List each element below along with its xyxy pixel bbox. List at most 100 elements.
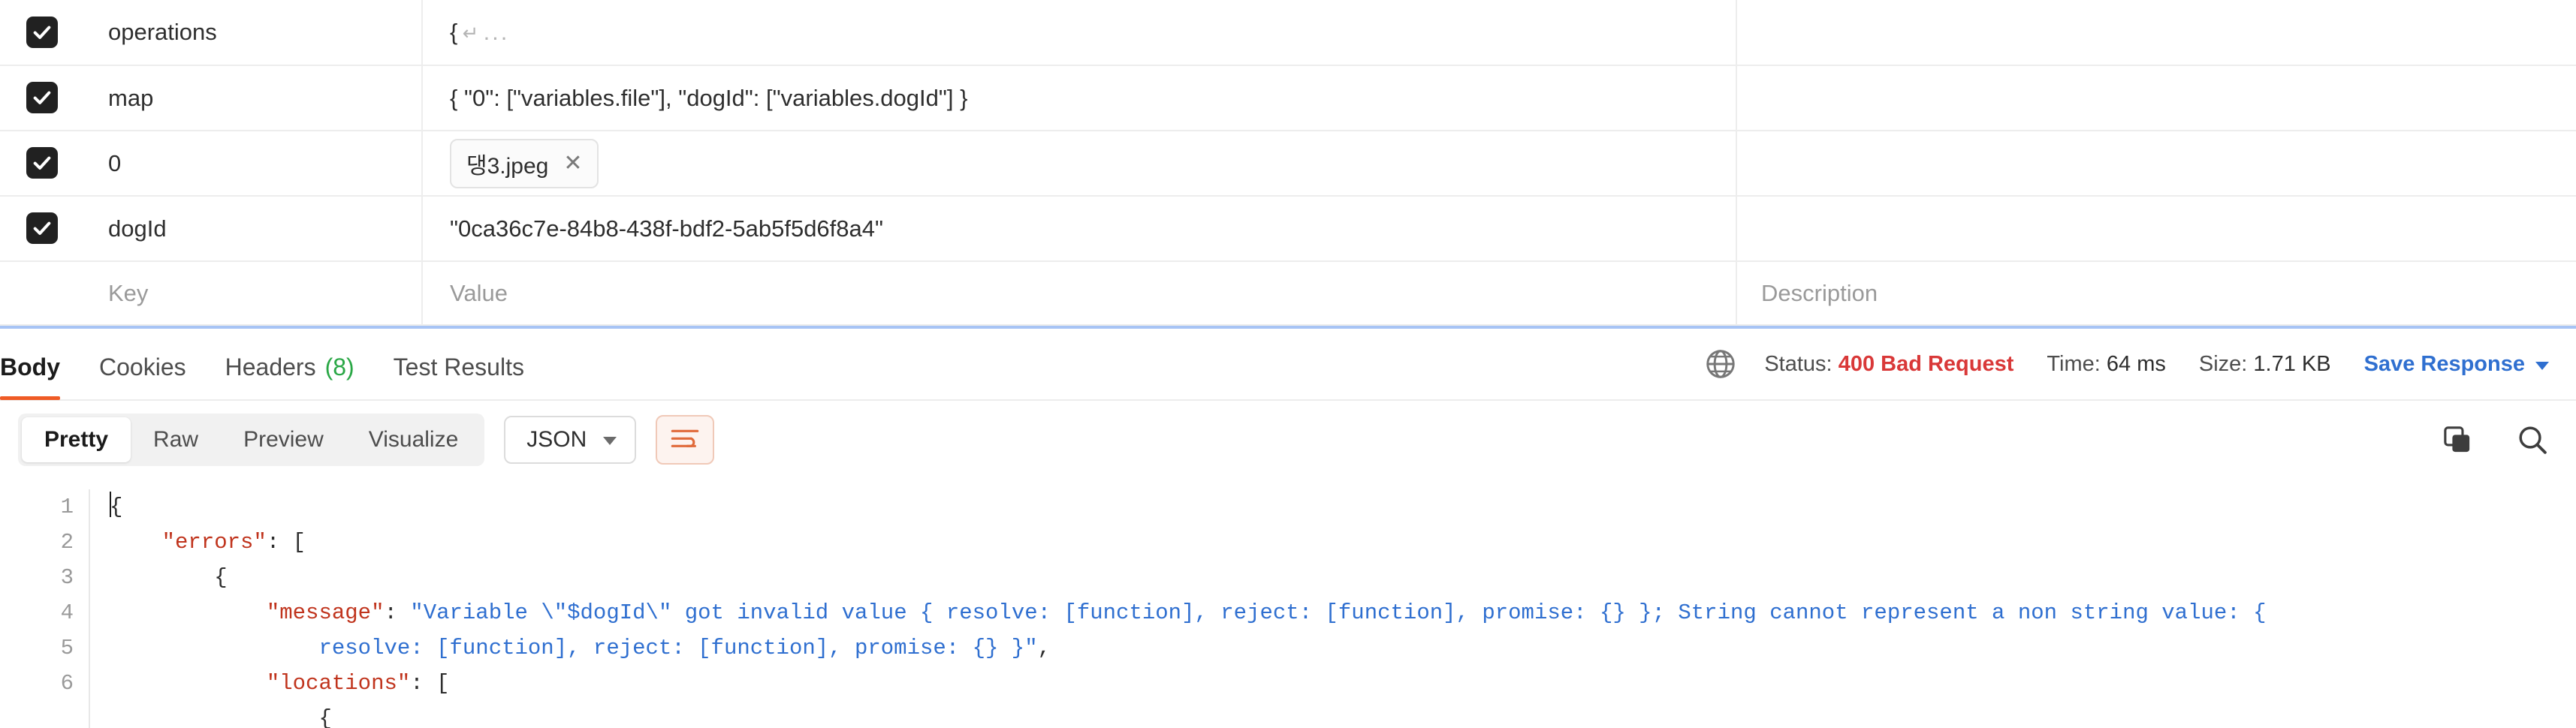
response-meta: Status: 400 Bad Request Time: 64 ms Size… [1704,347,2549,381]
new-key-cell[interactable]: Key [84,261,423,326]
response-view-toolbar: Pretty Raw Preview Visualize JSON [0,401,2576,479]
code-token: resolve: [function], reject: [function],… [318,636,1038,660]
tab-cookies-wrap: Cookies [80,328,206,400]
row-key-cell[interactable]: map [84,65,423,131]
response-tabs-bar: Body Cookies Headers (8) Test Results St… [0,329,2576,401]
row-checkbox-cell [0,196,84,262]
line-number: 4 [60,600,74,625]
row-value-operations: {↵... [423,19,1736,46]
row-key-cell[interactable]: 0 [84,131,423,197]
file-chip-name: 댕3.jpeg [466,153,549,179]
status-badge[interactable]: Status: 400 Bad Request [1764,352,2013,377]
response-body-code[interactable]: { "errors": [ { "message": "Variable \"$… [90,479,2576,728]
form-data-table: operations {↵... map {"0": ["variables.… [0,0,2576,326]
view-mode-raw[interactable]: Raw [131,417,221,462]
newline-glyph: ↵ [462,22,479,44]
row-value-cell[interactable]: {↵... [422,0,1737,66]
file-chip[interactable]: 댕3.jpeg ✕ [450,138,599,188]
line-number: 3 [60,565,74,590]
copy-button[interactable] [2441,423,2474,456]
size-value: 1.71 KB [2253,351,2331,376]
row-key-cell[interactable]: dogId [84,196,423,262]
table-row: 0 댕3.jpeg ✕ [0,131,2576,197]
size-label: Size: [2198,351,2248,376]
tab-headers[interactable]: Headers (8) [225,328,354,400]
check-icon [33,26,51,39]
check-icon [33,156,51,170]
line-number: 5 [60,636,74,660]
save-response-button[interactable]: Save Response [2364,352,2549,377]
new-key-input[interactable]: Key [84,280,421,307]
row-value-cell[interactable]: "0ca36c7e-84b8-438f-bdf2-5ab5f5d6f8a4" [422,196,1737,262]
code-token: , [1037,636,1051,660]
size-indicator[interactable]: Size: 1.71 KB [2199,352,2331,377]
response-format-select[interactable]: JSON [504,416,637,464]
row-checkbox-cell [0,0,84,66]
row-value-dogid: "0ca36c7e-84b8-438f-bdf2-5ab5f5d6f8a4" [450,215,884,242]
view-mode-segmented-control: Pretty Raw Preview Visualize [18,414,485,466]
row-description-cell[interactable] [1736,65,2576,131]
code-token: : [ [266,530,306,555]
table-row: dogId "0ca36c7e-84b8-438f-bdf2-5ab5f5d6f… [0,196,2576,262]
save-response-label: Save Response [2363,351,2525,376]
tab-body-label: Body [0,353,60,381]
code-token: : [384,600,411,625]
status-label: Status: [1764,351,1832,376]
row-key-file: 0 [108,149,122,176]
search-button[interactable] [2516,423,2549,456]
row-value-cell[interactable]: { "0": ["variables.file"], "dogId": ["va… [422,65,1737,131]
code-token: "Variable \"$dogId\" got invalid value {… [410,600,2267,625]
tab-cookies[interactable]: Cookies [99,328,186,400]
code-token: { [110,495,123,519]
new-description-input[interactable]: Description [1737,280,2576,307]
row-checkbox-dogid[interactable] [26,212,58,244]
tab-test-results-label: Test Results [393,353,524,381]
new-value-cell[interactable]: Value [422,261,1737,326]
tab-body-wrap: Body [0,328,80,400]
code-line: { [110,560,2576,595]
time-value: 64 ms [2106,351,2166,376]
view-mode-pretty[interactable]: Pretty [22,417,131,462]
time-indicator[interactable]: Time: 64 ms [2047,352,2165,377]
code-line: { [110,701,2576,728]
code-token: "message" [266,600,385,625]
code-line: { [110,489,2576,525]
code-token: "errors" [161,530,267,555]
word-wrap-toggle-button[interactable] [656,415,715,465]
row-checkbox-file[interactable] [26,147,58,179]
response-format-value: JSON [526,427,587,452]
view-mode-preview-label: Preview [243,427,324,452]
headers-count-badge: (8) [324,353,354,381]
code-token: "locations" [266,671,411,696]
globe-icon[interactable] [1704,347,1737,381]
line-number: 6 [60,671,74,696]
new-description-cell[interactable]: Description [1736,261,2576,326]
row-checkbox-operations[interactable] [26,16,58,48]
response-body-viewer[interactable]: 123456 { "errors": [ { "message": "Varia… [0,479,2576,728]
form-data-body: operations {↵... map {"0": ["variables.… [0,0,2576,326]
row-key-cell[interactable]: operations [84,0,423,66]
code-line: "errors": [ [110,525,2576,560]
word-wrap-icon [671,429,699,447]
tab-body[interactable]: Body [0,328,60,400]
view-mode-pretty-label: Pretty [44,427,109,452]
tab-test-results-wrap: Test Results [374,328,544,400]
row-description-cell[interactable] [1736,131,2576,197]
ellipsis-glyph: ... [483,19,510,45]
collapsed-brace: { [450,19,458,45]
view-mode-visualize[interactable]: Visualize [346,417,481,462]
view-mode-preview[interactable]: Preview [221,417,346,462]
row-checkbox-map[interactable] [26,82,58,113]
row-value-cell[interactable]: 댕3.jpeg ✕ [422,131,1737,197]
row-description-cell[interactable] [1736,196,2576,262]
row-checkbox-cell-empty [0,261,84,326]
tab-test-results[interactable]: Test Results [394,328,524,400]
close-icon[interactable]: ✕ [562,152,584,175]
row-description-cell[interactable] [1736,0,2576,66]
code-token: : [ [410,671,450,696]
new-value-input[interactable]: Value [423,280,1736,307]
view-mode-raw-label: Raw [153,427,199,452]
tab-cookies-label: Cookies [99,353,186,381]
